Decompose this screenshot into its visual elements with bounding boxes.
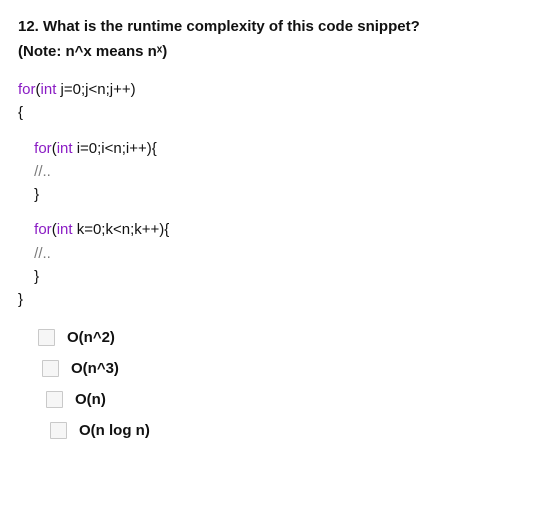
question-note: (Note: n^x means nˣ): [18, 41, 533, 62]
code-line-9: }: [18, 288, 533, 311]
option-label: O(n^2): [67, 329, 115, 346]
keyword-int: int: [41, 81, 57, 98]
option-3[interactable]: O(n): [18, 391, 533, 408]
comment: //..: [34, 163, 51, 180]
code-rest: k=0;k<n;k++){: [73, 221, 170, 238]
option-label: O(n): [75, 391, 106, 408]
question-block: 12. What is the runtime complexity of th…: [18, 16, 533, 62]
checkbox-icon[interactable]: [42, 360, 59, 377]
code-line-5: }: [18, 183, 533, 206]
code-line-3: for(int i=0;i<n;i++){: [18, 137, 533, 160]
keyword-for: for: [34, 140, 52, 157]
checkbox-icon[interactable]: [46, 391, 63, 408]
option-1[interactable]: O(n^2): [18, 329, 533, 346]
option-label: O(n^3): [71, 360, 119, 377]
keyword-int: int: [57, 221, 73, 238]
code-snippet: for(int j=0;j<n;j++) { for(int i=0;i<n;i…: [18, 78, 533, 311]
keyword-int: int: [57, 140, 73, 157]
checkbox-icon[interactable]: [38, 329, 55, 346]
options-list: O(n^2) O(n^3) O(n) O(n log n): [18, 329, 533, 439]
code-line-8: }: [18, 265, 533, 288]
code-line-1: for(int j=0;j<n;j++): [18, 78, 533, 101]
code-line-6: for(int k=0;k<n;k++){: [18, 218, 533, 241]
option-4[interactable]: O(n log n): [18, 422, 533, 439]
option-2[interactable]: O(n^3): [18, 360, 533, 377]
question-title: 12. What is the runtime complexity of th…: [18, 16, 533, 37]
keyword-for: for: [34, 221, 52, 238]
code-rest: j=0;j<n;j++): [56, 81, 135, 98]
code-line-7: //..: [18, 242, 533, 265]
code-rest: i=0;i<n;i++){: [73, 140, 157, 157]
code-line-4: //..: [18, 160, 533, 183]
comment: //..: [34, 245, 51, 262]
checkbox-icon[interactable]: [50, 422, 67, 439]
keyword-for: for: [18, 81, 36, 98]
code-line-2: {: [18, 101, 533, 124]
option-label: O(n log n): [79, 422, 150, 439]
